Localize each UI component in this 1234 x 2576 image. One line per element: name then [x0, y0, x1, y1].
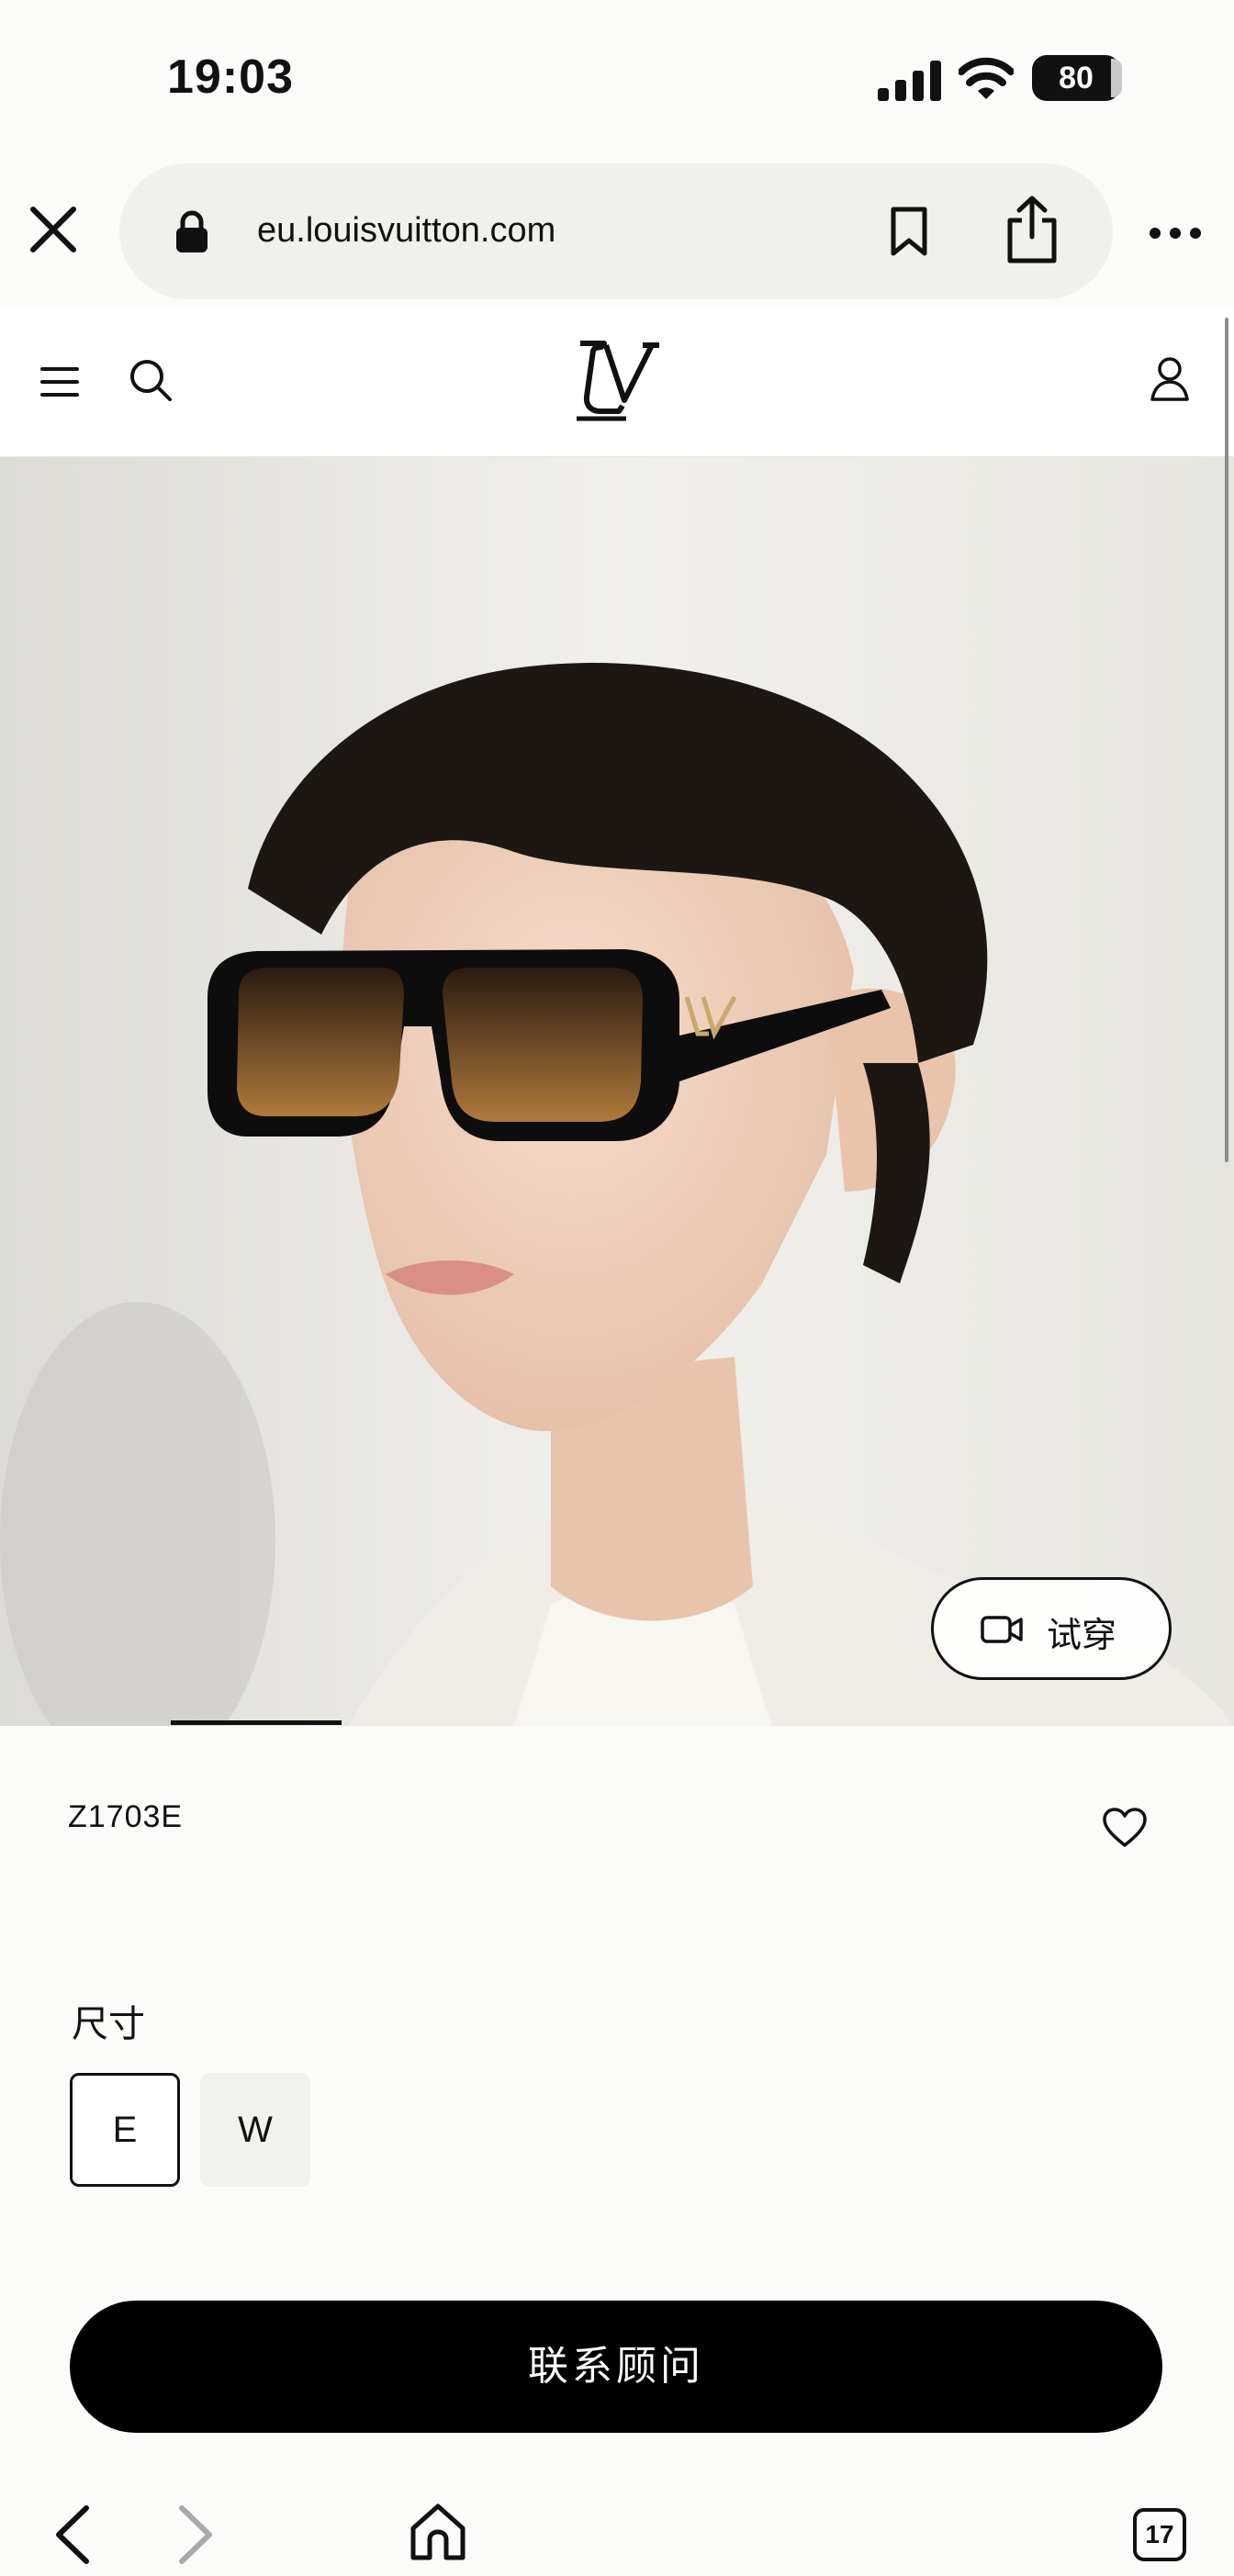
scrollbar-thumb[interactable] [1225, 318, 1228, 1162]
carousel-indicator [171, 1720, 342, 1725]
battery-icon: 80 [1032, 55, 1120, 101]
size-label: 尺寸 [72, 2004, 145, 2044]
bookmark-icon[interactable] [889, 206, 929, 257]
lv-logo[interactable] [573, 340, 661, 422]
home-icon[interactable] [409, 2503, 466, 2561]
heart-icon[interactable] [1102, 1807, 1148, 1849]
product-code: Z1703E [68, 1799, 184, 1834]
size-option-e[interactable]: E [70, 2073, 180, 2187]
search-icon[interactable] [129, 358, 173, 402]
account-icon[interactable] [1150, 356, 1190, 402]
contact-advisor-button[interactable]: 联系顾问 [70, 2301, 1162, 2433]
video-camera-icon [981, 1616, 1023, 1643]
tabs-button[interactable]: 17 [1133, 2508, 1186, 2561]
forward-icon[interactable] [174, 2504, 217, 2565]
page: 19:03 80 eu.louisvuitton.com 试穿 Z1703E 尺… [0, 0, 1234, 2576]
lock-icon [176, 210, 208, 252]
back-icon[interactable] [51, 2504, 94, 2565]
battery-cap [1111, 59, 1122, 97]
model-portrait-image [0, 457, 1234, 1726]
url-text[interactable]: eu.louisvuitton.com [257, 211, 555, 251]
size-option-w[interactable]: W [200, 2073, 310, 2187]
try-on-label[interactable]: 试穿 [1047, 1607, 1116, 1657]
signal-icon [878, 61, 941, 101]
more-icon[interactable] [1148, 226, 1203, 241]
wifi-icon [959, 57, 1014, 99]
close-icon[interactable] [28, 204, 79, 255]
product-image[interactable] [0, 457, 1234, 1726]
share-icon[interactable] [1004, 195, 1060, 264]
menu-icon[interactable] [40, 365, 79, 398]
status-time: 19:03 [167, 50, 294, 104]
